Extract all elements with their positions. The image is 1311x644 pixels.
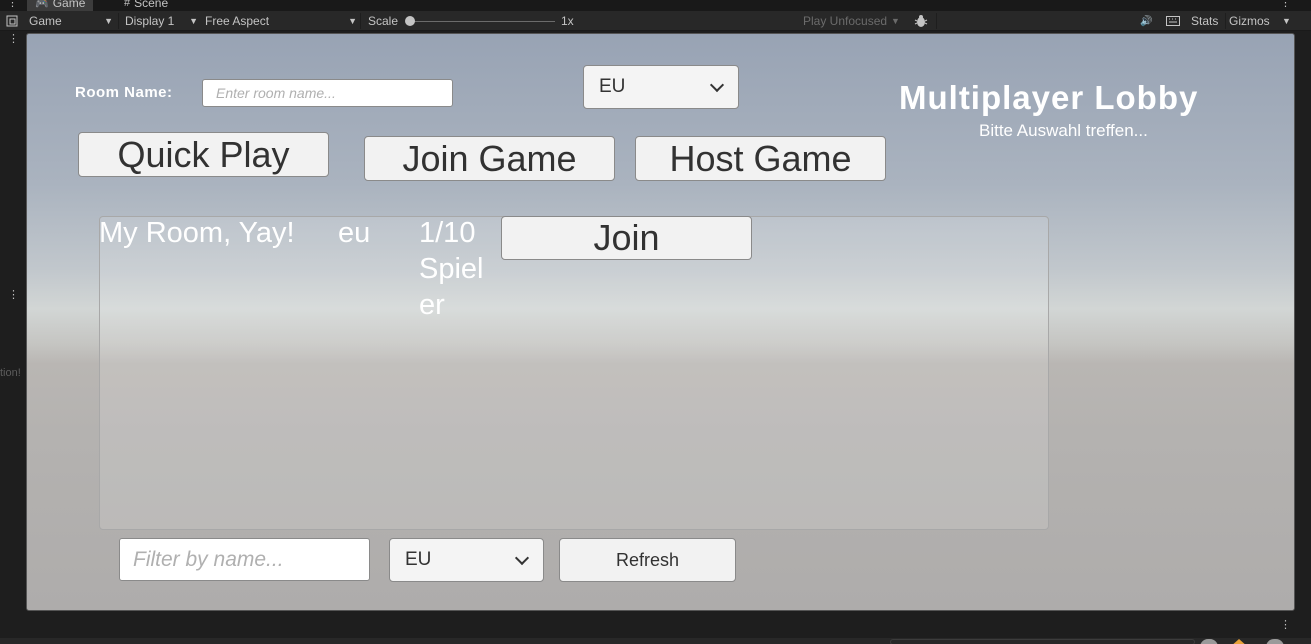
page-subtitle: Bitte Auswahl treffen... xyxy=(979,121,1148,140)
caret-down-icon: ▼ xyxy=(891,16,900,26)
left-panel-text: tion! xyxy=(0,367,21,379)
gamepad-icon: 🎮 xyxy=(35,0,49,10)
play-mode-label: Play Unfocused xyxy=(803,14,888,28)
right-editor-edge xyxy=(1296,31,1311,611)
caret-down-icon: ▼ xyxy=(189,16,198,26)
tab-menu-dots-icon[interactable]: ⋮ xyxy=(7,0,18,8)
caret-down-icon: ▼ xyxy=(104,16,113,26)
room-list-panel xyxy=(99,216,1049,530)
bottom-search-field[interactable] xyxy=(890,639,1195,644)
chevron-down-icon xyxy=(709,77,725,93)
audio-mute-icon[interactable]: 🔊 xyxy=(1140,11,1152,31)
filter-region-value: EU xyxy=(405,549,432,570)
gizmos-dropdown-caret-icon[interactable]: ▼ xyxy=(1282,11,1291,31)
tab-scene-label: Scene xyxy=(134,0,169,10)
warning-icon xyxy=(1230,639,1248,644)
tab-game-label: Game xyxy=(52,0,86,10)
room-players-cell: 1/10 Spieler xyxy=(419,217,484,321)
view-mode-label: Game xyxy=(29,14,62,28)
window-menu-dots-icon[interactable]: ⋮ xyxy=(1280,0,1291,8)
scale-slider-handle[interactable] xyxy=(405,16,415,26)
filter-region-dropdown[interactable]: EU xyxy=(389,538,544,582)
room-name-input[interactable]: Enter room name... xyxy=(202,79,453,107)
keyboard-icon[interactable] xyxy=(1166,11,1180,31)
grid-icon: # xyxy=(124,0,131,9)
play-mode-dropdown[interactable]: Play Unfocused ▼ xyxy=(803,11,900,31)
game-toolbar: Game ▼ Display 1 ▼ Free Aspect ▼ Scale 1… xyxy=(0,11,1311,31)
panel-menu-dots-icon[interactable]: ⋮ xyxy=(1280,619,1291,630)
scale-value: 1x xyxy=(561,14,574,28)
panel-menu-dots-icon[interactable]: ⋮ xyxy=(8,289,19,300)
scale-slider-track[interactable] xyxy=(410,21,555,22)
room-region-cell: eu xyxy=(338,217,371,249)
filter-placeholder: Filter by name... xyxy=(133,547,284,571)
region-dropdown[interactable]: EU xyxy=(583,65,739,109)
maximize-view-icon[interactable] xyxy=(6,11,18,31)
tab-game[interactable]: 🎮 Game xyxy=(27,0,94,11)
bug-icon[interactable] xyxy=(914,11,928,31)
chevron-down-icon xyxy=(514,550,530,566)
bottom-editor-panel: ⋮ xyxy=(0,611,1311,644)
panel-menu-dots-icon[interactable]: ⋮ xyxy=(8,33,19,44)
join-room-button[interactable]: Join xyxy=(501,216,752,260)
gizmos-button[interactable]: Gizmos xyxy=(1229,11,1270,31)
editor-tab-strip: ⋮ 🎮 Game # Scene ⋮ xyxy=(0,0,1311,11)
refresh-button[interactable]: Refresh xyxy=(559,538,736,582)
join-game-button[interactable]: Join Game xyxy=(364,136,615,181)
caret-down-icon: ▼ xyxy=(348,16,357,26)
tab-scene[interactable]: # Scene xyxy=(124,0,168,11)
display-label: Display 1 xyxy=(125,14,175,28)
aspect-label: Free Aspect xyxy=(205,14,270,28)
page-title: Multiplayer Lobby xyxy=(899,79,1199,116)
host-game-button[interactable]: Host Game xyxy=(635,136,886,181)
view-mode-dropdown[interactable]: Game ▼ xyxy=(29,11,115,31)
left-editor-panel: ⋮ ⋮ tion! xyxy=(0,31,24,611)
scale-label: Scale xyxy=(368,14,399,28)
game-view: Room Name: Enter room name... EU Multipl… xyxy=(26,33,1295,611)
filter-input[interactable]: Filter by name... xyxy=(119,538,370,581)
room-name-label: Room Name: xyxy=(75,84,173,101)
stats-button[interactable]: Stats xyxy=(1191,11,1218,31)
display-dropdown[interactable]: Display 1 ▼ xyxy=(125,11,198,31)
aspect-dropdown[interactable]: Free Aspect ▼ xyxy=(205,11,357,31)
quick-play-button[interactable]: Quick Play xyxy=(78,132,329,177)
room-name-placeholder: Enter room name... xyxy=(216,85,336,101)
region-dropdown-value: EU xyxy=(599,76,626,97)
room-name-cell: My Room, Yay! xyxy=(99,217,295,249)
